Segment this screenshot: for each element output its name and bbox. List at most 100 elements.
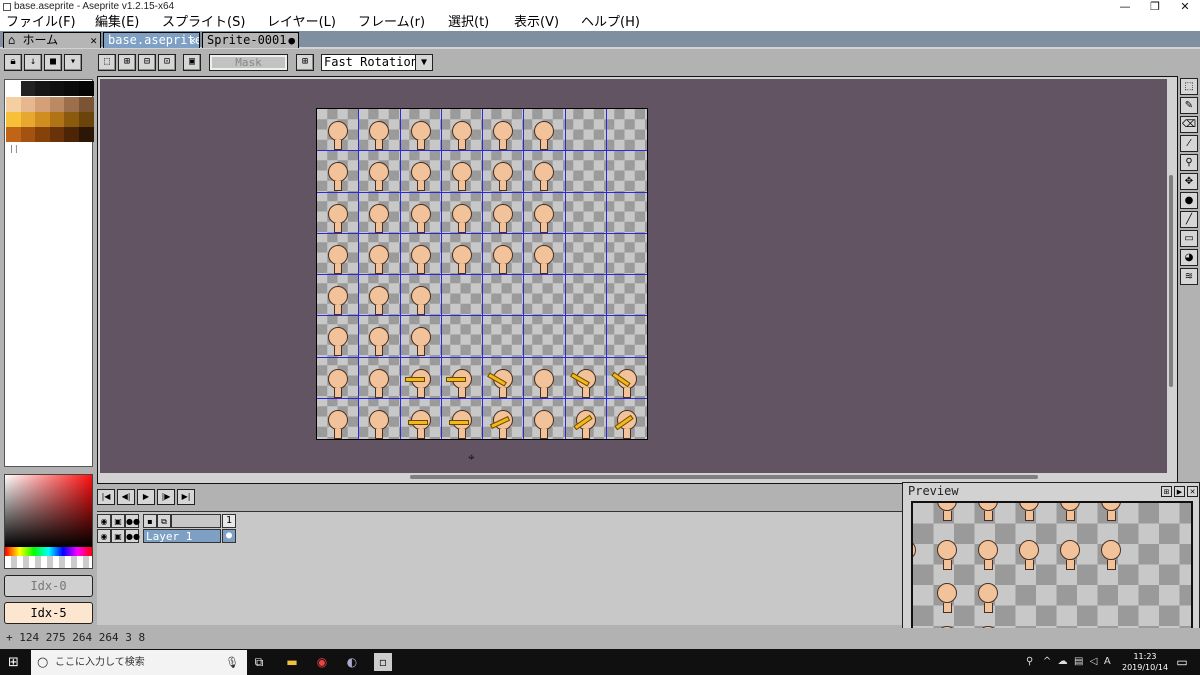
minimize-button[interactable]: —	[1110, 0, 1140, 14]
preview-close-icon[interactable]: ✕	[1187, 486, 1198, 497]
palette-swatch[interactable]	[6, 112, 21, 127]
pencil-icon[interactable]: ✎	[1180, 97, 1198, 114]
horizontal-scroll-thumb[interactable]	[410, 475, 1038, 479]
palette-swatch[interactable]	[64, 97, 79, 112]
palette-swatch[interactable]	[20, 127, 36, 142]
cloud-icon[interactable]: ☁	[1058, 656, 1068, 667]
menu-edit[interactable]: 編集(E)	[95, 14, 139, 31]
volume-icon[interactable]: ◁	[1090, 656, 1098, 667]
people-icon[interactable]: ⚲	[1026, 656, 1033, 667]
file-explorer-icon[interactable]: ▬	[283, 653, 301, 671]
preview-canvas[interactable]	[911, 501, 1193, 639]
palette-swatch[interactable]	[35, 97, 50, 112]
microphone-icon[interactable]: 🎙︎	[225, 650, 239, 675]
visibility-icon[interactable]: ◉	[97, 514, 111, 528]
palette-swatch[interactable]	[6, 81, 21, 96]
taskbar-search-input[interactable]: ○ ここに入力して検索 🎙︎	[31, 650, 247, 675]
menu-layer[interactable]: レイヤー(L)	[267, 14, 336, 31]
rotation-algorithm-select[interactable]: Fast Rotation ▼	[321, 54, 433, 71]
hue-slider[interactable]	[5, 547, 92, 556]
selection-add-icon[interactable]: ⊞	[118, 54, 136, 71]
fill-icon[interactable]: ●	[1180, 192, 1198, 209]
preview-center-icon[interactable]: ⊞	[1161, 486, 1172, 497]
continuous-icon[interactable]: ●●	[125, 514, 140, 528]
eraser-icon[interactable]: ⌫	[1180, 116, 1198, 133]
network-icon[interactable]: ▤	[1074, 656, 1083, 667]
move-icon[interactable]: ✥	[1180, 173, 1198, 190]
line-icon[interactable]: ╱	[1180, 211, 1198, 228]
tab-home[interactable]: ⌂ ホーム ✕	[3, 32, 101, 48]
play-icon[interactable]: ▶	[137, 489, 155, 505]
horizontal-scrollbar[interactable]	[100, 473, 1167, 481]
tab-close-icon[interactable]: ✕	[189, 33, 196, 48]
blur-icon[interactable]: ≋	[1180, 268, 1198, 285]
chevron-down-icon[interactable]: ▼	[415, 55, 432, 70]
saturation-value-box[interactable]	[5, 475, 92, 547]
ime-indicator[interactable]: A	[1104, 656, 1111, 667]
palette-swatch[interactable]	[20, 81, 36, 96]
continuous-icon[interactable]: ●●	[125, 529, 140, 543]
link-cels-icon[interactable]: ⧉	[157, 514, 171, 528]
modified-dot-icon[interactable]: ●	[288, 33, 295, 48]
windows-start-icon[interactable]: ⊞	[8, 655, 19, 670]
first-frame-icon[interactable]: |◀	[97, 489, 115, 505]
notification-icon[interactable]: ▭	[1173, 653, 1191, 671]
palette-swatch[interactable]	[20, 97, 36, 112]
rectangle-icon[interactable]: ▭	[1180, 230, 1198, 247]
background-color-button[interactable]: Idx-5	[4, 602, 93, 624]
marquee-icon[interactable]: ⬚	[1180, 78, 1198, 95]
pivot-icon[interactable]: ⊞	[296, 54, 314, 71]
onion-skin-icon[interactable]: ▪	[143, 514, 157, 528]
palette-swatch[interactable]	[49, 81, 65, 96]
palette-swatch[interactable]	[49, 97, 65, 112]
menu-frame[interactable]: フレーム(r)	[358, 14, 425, 31]
restore-button[interactable]: ❐	[1140, 0, 1170, 14]
palette-swatch[interactable]	[35, 127, 50, 142]
selection-intersect-icon[interactable]: ⊡	[158, 54, 176, 71]
zoom-icon[interactable]: ⚲	[1180, 154, 1198, 171]
menu-file[interactable]: ファイル(F)	[6, 14, 76, 31]
menu-help[interactable]: ヘルプ(H)	[581, 14, 640, 31]
palette-swatch[interactable]	[6, 97, 21, 112]
menu-view[interactable]: 表示(V)	[514, 14, 559, 31]
vertical-scrollbar[interactable]	[1167, 77, 1175, 481]
lock-icon[interactable]: 🔒︎	[4, 54, 22, 71]
palette-swatch[interactable]	[6, 127, 21, 142]
palette-swatch[interactable]	[64, 112, 79, 127]
tab-sprite-0001[interactable]: Sprite-0001 ●	[202, 32, 299, 48]
palette-swatch[interactable]	[64, 127, 79, 142]
palette-swatch[interactable]	[78, 97, 94, 112]
options-icon[interactable]: ▾	[64, 54, 82, 71]
tab-base-aseprite[interactable]: base.aseprite ✕	[103, 32, 200, 48]
clock[interactable]: 11:23 2019/10/14	[1122, 651, 1168, 673]
task-view-icon[interactable]: ⧉	[250, 653, 268, 671]
next-frame-icon[interactable]: |▶	[157, 489, 175, 505]
palette-swatch[interactable]	[78, 127, 94, 142]
palette-swatch[interactable]	[49, 127, 65, 142]
chevron-up-icon[interactable]: ^	[1043, 656, 1051, 667]
selection-subtract-icon[interactable]: ⊟	[138, 54, 156, 71]
lock-icon[interactable]: ▣	[111, 529, 125, 543]
cel-icon[interactable]: ●	[222, 529, 236, 543]
palette-swatch[interactable]	[78, 81, 94, 96]
canvas-area[interactable]: ⌖	[100, 79, 1167, 473]
aseprite-icon[interactable]: ▫	[374, 653, 392, 671]
palette-swatch[interactable]	[64, 81, 79, 96]
layer-name[interactable]: Layer 1	[143, 529, 221, 543]
palette-swatch[interactable]	[35, 81, 50, 96]
menu-sprite[interactable]: スプライト(S)	[162, 14, 245, 31]
palette-resize-handle[interactable]: ||	[9, 144, 19, 153]
frame-header[interactable]: 1	[222, 514, 236, 528]
save-icon[interactable]: ■	[44, 54, 62, 71]
palette-swatch[interactable]	[20, 112, 36, 127]
steam-icon[interactable]: ◐	[343, 653, 361, 671]
visibility-icon[interactable]: ◉	[97, 529, 111, 543]
previous-frame-icon[interactable]: ◀|	[117, 489, 135, 505]
palette-swatch[interactable]	[49, 112, 65, 127]
transparent-color-icon[interactable]: ▣	[183, 54, 201, 71]
close-window-button[interactable]: ✕	[1170, 0, 1200, 14]
download-icon[interactable]: ↓	[24, 54, 42, 71]
vertical-scroll-thumb[interactable]	[1169, 175, 1173, 387]
selection-replace-icon[interactable]: ⬚	[98, 54, 116, 71]
menu-select[interactable]: 選択(t)	[448, 14, 489, 31]
